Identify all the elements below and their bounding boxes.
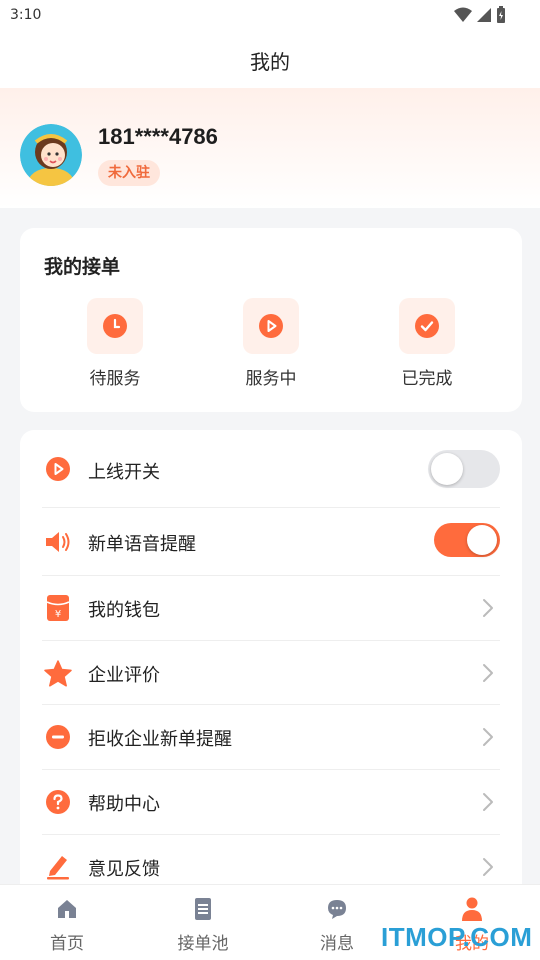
menu-item-label: 我的钱包 xyxy=(88,600,160,621)
orders-title: 我的接单 xyxy=(44,256,121,278)
menu-item-label: 意见反馈 xyxy=(88,859,160,880)
edit-icon xyxy=(44,852,72,880)
toggle-knob xyxy=(467,525,497,555)
question-circle-icon xyxy=(44,788,72,816)
status-badge: 未入驻 xyxy=(98,160,160,186)
document-icon xyxy=(189,895,217,923)
menu-item-label: 帮助中心 xyxy=(88,794,160,815)
orders-card: 我的接单 待服务 服务中 已完成 xyxy=(20,228,522,412)
tab-order-pool[interactable]: 接单池 xyxy=(158,895,248,954)
order-completed-icon-box xyxy=(399,298,455,354)
watermark-text: ITMOP.COM xyxy=(381,922,533,952)
order-in-service-icon-box xyxy=(243,298,299,354)
menu-item-online-switch: 上线开关 xyxy=(42,430,500,508)
svg-text:¥: ¥ xyxy=(55,609,61,620)
menu-card: 上线开关 新单语音提醒 ¥ 我的钱包 企业评价 拒收企业新单提醒 帮助中心 意见… xyxy=(20,430,522,900)
home-icon xyxy=(53,895,81,923)
tab-label: 接单池 xyxy=(177,934,229,954)
nav-bar: 我的 xyxy=(0,32,540,88)
play-icon xyxy=(259,314,283,338)
menu-item-label: 企业评价 xyxy=(88,665,160,686)
profile-header: 181****4786 未入驻 xyxy=(0,88,540,208)
speaker-icon xyxy=(44,528,72,556)
phone-number: 181****4786 xyxy=(98,124,218,149)
order-completed-label: 已完成 xyxy=(401,369,453,389)
chevron-right-icon xyxy=(483,728,493,746)
order-pending-button[interactable]: 待服务 xyxy=(70,298,160,389)
online-toggle[interactable] xyxy=(428,450,500,488)
status-icons xyxy=(454,6,506,24)
menu-item-label: 新单语音提醒 xyxy=(88,534,196,555)
avatar[interactable] xyxy=(20,124,82,186)
toggle-knob xyxy=(431,453,463,485)
menu-item-voice-reminder: 新单语音提醒 xyxy=(42,508,500,576)
menu-item-label: 上线开关 xyxy=(88,462,160,483)
wallet-icon: ¥ xyxy=(44,594,72,622)
minus-circle-icon xyxy=(44,723,72,751)
wifi-icon xyxy=(454,7,472,22)
order-in-service-button[interactable]: 服务中 xyxy=(226,298,316,389)
order-in-service-label: 服务中 xyxy=(245,369,297,389)
tab-label: 消息 xyxy=(320,934,354,954)
battery-icon xyxy=(497,6,505,23)
tab-home[interactable]: 首页 xyxy=(22,895,112,954)
signal-icon xyxy=(477,8,491,22)
order-completed-button[interactable]: 已完成 xyxy=(382,298,472,389)
clock-icon xyxy=(103,314,127,338)
user-icon xyxy=(458,895,486,923)
check-icon xyxy=(415,314,439,338)
chevron-right-icon xyxy=(483,599,493,617)
play-circle-icon xyxy=(44,455,72,483)
status-time: 3:10 xyxy=(10,7,42,23)
order-pending-icon-box xyxy=(87,298,143,354)
chevron-right-icon xyxy=(483,793,493,811)
chat-icon xyxy=(323,895,351,923)
chevron-right-icon xyxy=(483,664,493,682)
menu-item-wallet[interactable]: ¥ 我的钱包 xyxy=(42,576,500,641)
tab-messages[interactable]: 消息 xyxy=(292,895,382,954)
menu-item-label: 拒收企业新单提醒 xyxy=(88,729,232,750)
menu-item-help-center[interactable]: 帮助中心 xyxy=(42,770,500,835)
menu-item-reject-reminder[interactable]: 拒收企业新单提醒 xyxy=(42,705,500,770)
tab-label: 首页 xyxy=(50,934,84,954)
voice-reminder-toggle[interactable] xyxy=(434,523,500,557)
menu-item-enterprise-rating[interactable]: 企业评价 xyxy=(42,641,500,705)
page-title: 我的 xyxy=(250,50,290,74)
status-bar: 3:10 xyxy=(0,0,540,32)
chevron-right-icon xyxy=(483,858,493,876)
star-icon xyxy=(44,659,72,687)
order-pending-label: 待服务 xyxy=(89,369,141,389)
avatar-icon xyxy=(20,124,82,186)
